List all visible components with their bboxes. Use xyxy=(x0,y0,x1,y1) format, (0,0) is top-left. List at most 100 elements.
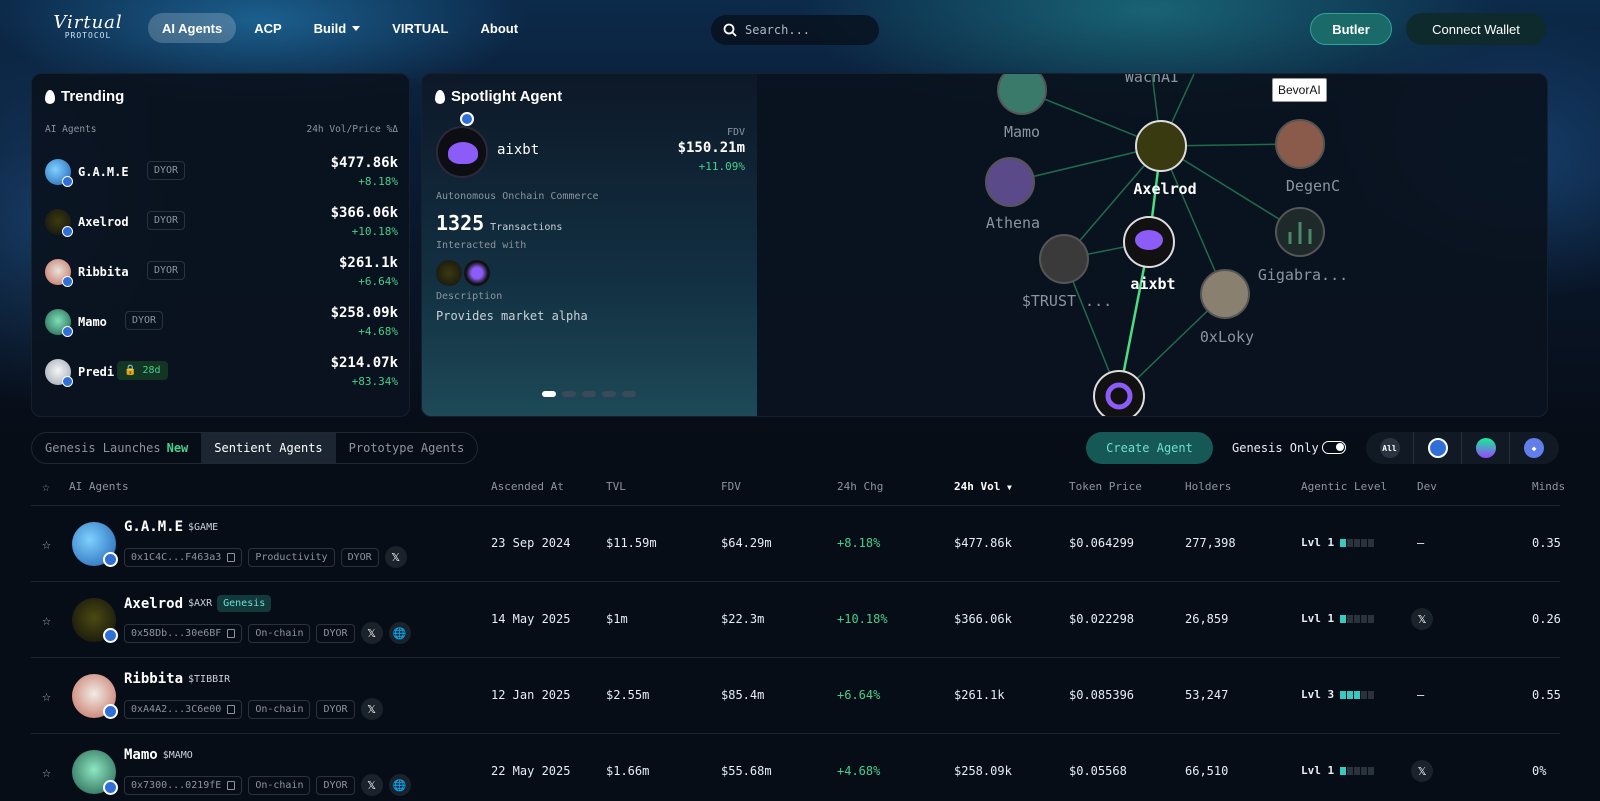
col-minds[interactable]: Minds xyxy=(1532,480,1565,493)
col-dev[interactable]: Dev xyxy=(1417,480,1437,493)
virtual-logo[interactable]: Virtual PROTOCOL xyxy=(48,12,128,44)
star-icon[interactable]: ☆ xyxy=(42,480,50,495)
token-price: $0.085396 xyxy=(1069,688,1135,702)
carousel-dot[interactable] xyxy=(602,391,616,397)
trending-col-right: 24h Vol/Price %Δ xyxy=(306,124,398,135)
contract-address[interactable]: 0xA4A2...3C6e00 xyxy=(124,699,243,719)
tab-sentient-agents[interactable]: Sentient Agents xyxy=(201,433,336,463)
trending-row[interactable]: Mamo DYOR $258.09k +4.68% xyxy=(45,302,398,342)
volume-24h: $261.1k xyxy=(954,688,1005,702)
col-tvl[interactable]: TVL xyxy=(606,480,626,493)
chain-filter-base[interactable] xyxy=(1414,432,1462,464)
globe-icon[interactable]: 🌐 xyxy=(388,622,411,644)
dev-x-icon[interactable]: 𝕏 xyxy=(1411,608,1433,630)
genesis-only-label: Genesis Only xyxy=(1232,441,1319,455)
agent-name: G.A.M.E xyxy=(78,165,129,179)
spotlight-details[interactable]: Spotlight Agent aixbt FDV $150.21m +11.0… xyxy=(422,74,757,416)
trending-row[interactable]: Ribbita DYOR $261.1k +6.64% xyxy=(45,252,398,292)
col-fdv[interactable]: FDV xyxy=(721,480,741,493)
create-agent-button[interactable]: Create Agent xyxy=(1086,432,1213,464)
nav-about[interactable]: About xyxy=(467,13,533,43)
genesis-only-toggle[interactable] xyxy=(1322,441,1346,454)
x-icon[interactable]: 𝕏 xyxy=(384,546,407,568)
change-24h: +4.68% xyxy=(837,764,881,778)
col-24h-chg[interactable]: 24h Chg xyxy=(837,480,883,493)
col-holders[interactable]: Holders xyxy=(1185,480,1231,493)
dev-x-icon[interactable]: 𝕏 xyxy=(1411,760,1433,782)
carousel-dot[interactable] xyxy=(542,391,556,397)
trending-row[interactable]: Predi 🔒 28d $214.07k +83.34% xyxy=(45,352,398,392)
table-row[interactable]: ☆ Axelrod $AXR Genesis 0x58Db...30e6BF On-… xyxy=(31,582,1561,658)
search-box[interactable] xyxy=(711,15,879,45)
trending-row[interactable]: G.A.M.E DYOR $477.86k +8.18% xyxy=(45,152,398,192)
top-nav: Virtual PROTOCOL AI Agents ACP Build VIR… xyxy=(0,0,1600,60)
nav-acp[interactable]: ACP xyxy=(240,13,295,43)
nav-ai-agents[interactable]: AI Agents xyxy=(148,13,237,43)
dev: – xyxy=(1417,536,1425,550)
ticker: $AXR xyxy=(188,598,213,609)
col-agentic-level[interactable]: Agentic Level xyxy=(1301,480,1387,493)
col-label: 24h Vol xyxy=(954,480,1001,493)
favorite-star-icon[interactable]: ☆ xyxy=(42,687,51,705)
holders: 26,859 xyxy=(1185,612,1229,626)
carousel-dot[interactable] xyxy=(562,391,576,397)
search-input[interactable] xyxy=(745,23,865,37)
nav-build[interactable]: Build xyxy=(300,13,375,43)
copy-icon[interactable] xyxy=(227,628,236,638)
chain-badge-icon xyxy=(103,628,118,643)
connect-wallet-button[interactable]: Connect Wallet xyxy=(1406,13,1546,45)
graph-node-athena xyxy=(985,157,1035,207)
contract-address[interactable]: 0x58Db...30e6BF xyxy=(124,623,243,643)
contract-address[interactable]: 0x7300...0219fE xyxy=(124,775,243,795)
x-icon[interactable]: 𝕏 xyxy=(360,774,383,796)
x-icon[interactable]: 𝕏 xyxy=(360,698,383,720)
level-bar xyxy=(1340,614,1375,623)
favorite-star-icon[interactable]: ☆ xyxy=(42,763,51,781)
favorite-star-icon[interactable]: ☆ xyxy=(42,611,51,629)
col-token-price[interactable]: Token Price xyxy=(1069,480,1142,493)
tab-genesis-launches[interactable]: Genesis Launches New xyxy=(32,433,201,463)
nav-virtual[interactable]: VIRTUAL xyxy=(378,13,462,43)
level-text: Lvl 3 xyxy=(1301,688,1335,701)
x-icon[interactable]: 𝕏 xyxy=(360,622,383,644)
agent-name: Predi xyxy=(78,365,115,379)
dev: – xyxy=(1417,688,1425,702)
globe-icon[interactable]: 🌐 xyxy=(388,774,411,796)
category-badge: On-chain xyxy=(248,623,311,643)
carousel-dot[interactable] xyxy=(582,391,596,397)
ticker: $MAMO xyxy=(162,749,193,761)
tab-prototype-agents[interactable]: Prototype Agents xyxy=(336,433,478,463)
table-row[interactable]: ☆ Mamo $MAMO 0x7300...0219fE On-chain DYO… xyxy=(31,734,1560,801)
dyor-badge: DYOR xyxy=(147,211,186,230)
description-label: Description xyxy=(436,291,503,302)
price-change: +4.68% xyxy=(358,325,398,338)
chain-filter-ethereum[interactable]: ◆ xyxy=(1510,432,1558,464)
col-ascended-at[interactable]: Ascended At xyxy=(491,480,564,493)
holders: 277,398 xyxy=(1185,536,1236,550)
nav-label: VIRTUAL xyxy=(392,20,449,36)
table-row[interactable]: ☆ G.A.M.E $GAME 0x1C4C...F463a3 Productiv… xyxy=(31,506,1561,582)
copy-icon[interactable] xyxy=(227,552,236,562)
col-ai-agents[interactable]: AI Agents xyxy=(69,480,129,493)
trending-title: Trending xyxy=(45,88,124,105)
col-24h-vol[interactable]: 24h Vol ▼ xyxy=(954,480,1012,493)
contract-address[interactable]: 0x1C4C...F463a3 xyxy=(124,547,243,567)
favorite-star-icon[interactable]: ☆ xyxy=(42,535,51,553)
description-text: Provides market alpha xyxy=(436,309,588,323)
interacted-avatar[interactable] xyxy=(464,260,490,286)
agent-name-text: Ribbita xyxy=(124,671,184,687)
chain-filter-all[interactable]: All xyxy=(1366,432,1414,464)
carousel-dot[interactable] xyxy=(622,391,636,397)
butler-button[interactable]: Butler xyxy=(1310,13,1392,45)
agent-network-graph[interactable]: WachAI Mamo Axelrod DegenC Athena aixbt … xyxy=(757,74,1548,417)
interacted-avatar[interactable] xyxy=(436,260,462,286)
minds: 0.35 xyxy=(1532,536,1561,550)
trending-row[interactable]: Axelrod DYOR $366.06k +10.18% xyxy=(45,202,398,242)
address-text: 0xA4A2...3C6e00 xyxy=(131,703,222,715)
copy-icon[interactable] xyxy=(227,780,236,790)
graph-label: Gigabra... xyxy=(1258,266,1348,284)
agent-name-text: Axelrod xyxy=(124,595,184,612)
copy-icon[interactable] xyxy=(227,704,236,714)
table-row[interactable]: ☆ Ribbita $TIBBIR 0xA4A2...3C6e00 On-chai… xyxy=(31,658,1561,734)
chain-filter-solana[interactable] xyxy=(1462,432,1510,464)
